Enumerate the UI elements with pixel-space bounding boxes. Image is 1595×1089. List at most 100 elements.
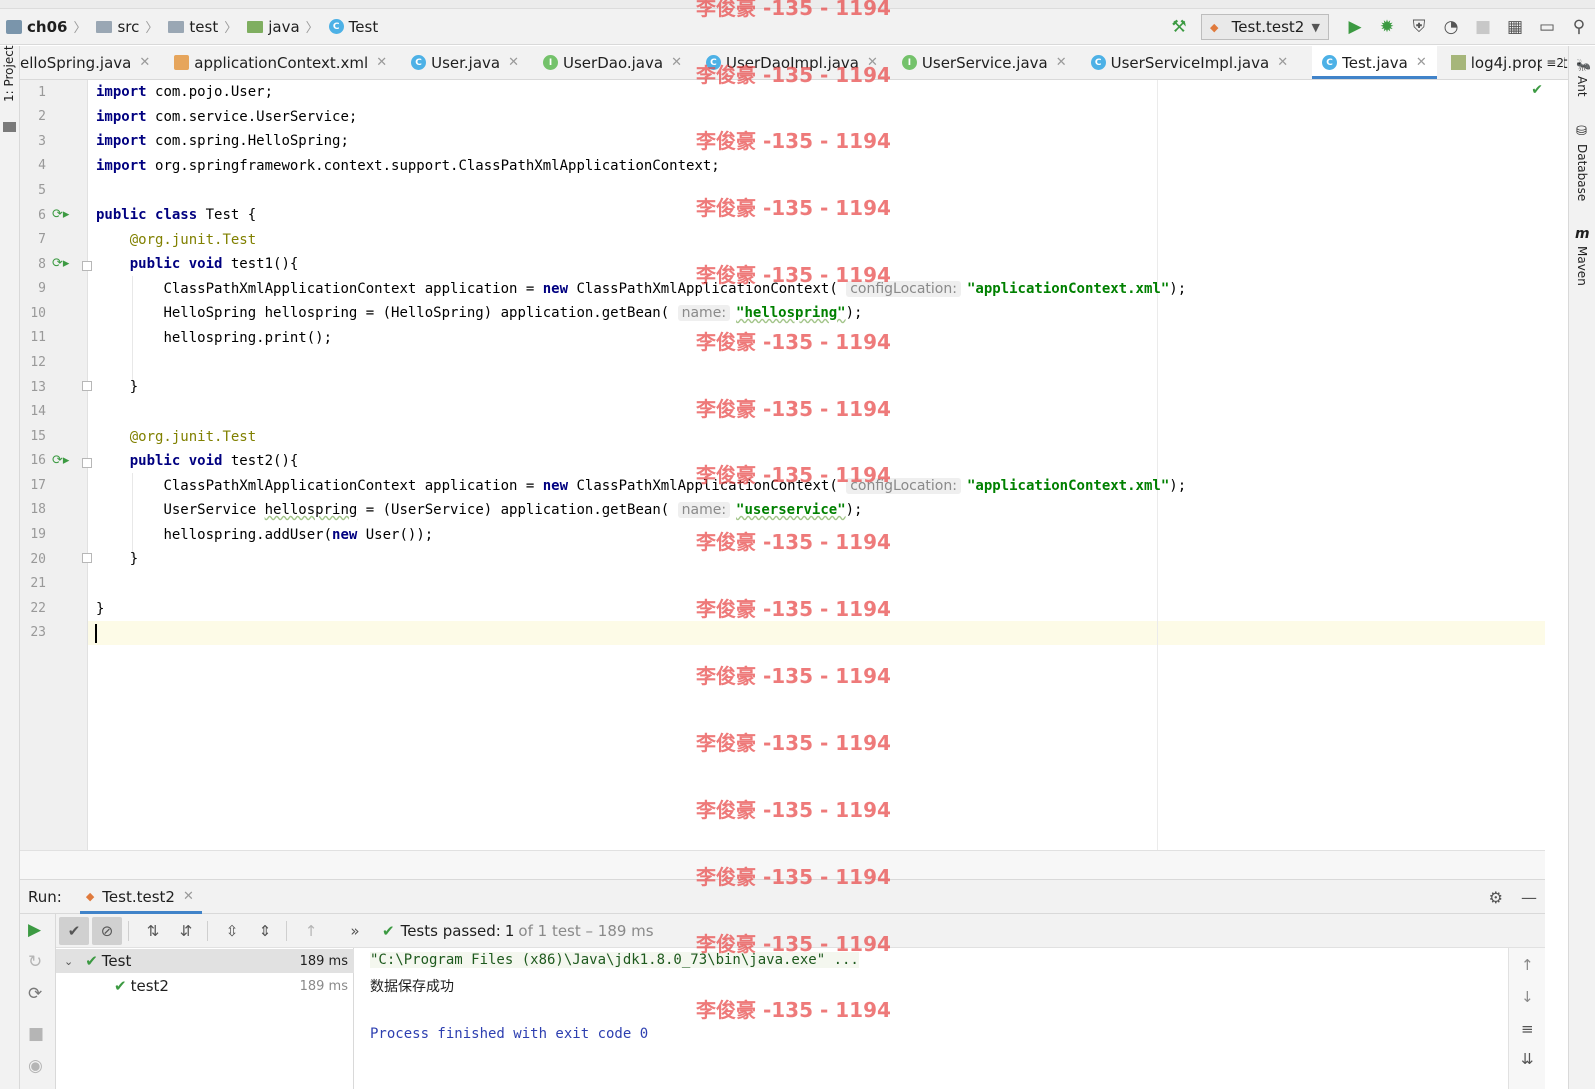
toolbar-separator: [128, 920, 129, 941]
param-hint: configLocation:: [846, 281, 961, 297]
project-structure-icon[interactable]: ▦: [1499, 9, 1531, 45]
param-hint: name:: [677, 305, 731, 321]
soft-wrap-icon[interactable]: ≡: [1521, 1020, 1534, 1038]
sort-alpha-icon[interactable]: ⇅: [138, 917, 168, 945]
close-icon[interactable]: ✕: [1056, 55, 1067, 70]
close-icon[interactable]: ✕: [183, 889, 194, 904]
line-number: 2: [38, 109, 46, 124]
scroll-to-end-icon[interactable]: ⇊: [1521, 1050, 1534, 1068]
check-icon: ✔: [85, 952, 98, 970]
toolbar-separator: [286, 920, 287, 941]
close-icon[interactable]: ✕: [508, 55, 519, 70]
tree-row-test2[interactable]: ✔ test2 189 ms: [56, 974, 354, 998]
stop-icon[interactable]: ■: [1467, 9, 1499, 45]
run-panel-label: Run:: [28, 887, 62, 906]
collapse-all-icon[interactable]: ⇕: [250, 917, 280, 945]
inspection-ok-icon[interactable]: ✔: [1531, 82, 1543, 98]
rerun-icon[interactable]: ▶: [28, 920, 41, 940]
line-number: 18: [30, 502, 46, 517]
database-tool-button[interactable]: Database: [1575, 144, 1589, 201]
terminal-icon[interactable]: ▭: [1531, 9, 1563, 45]
rerun-failed-icon[interactable]: ↻: [28, 952, 42, 972]
debug-icon[interactable]: ✹: [1371, 9, 1403, 45]
fold-marker-icon[interactable]: [82, 458, 92, 468]
code-line-18: UserService hellospring = (UserService) …: [163, 502, 863, 518]
code-line-1: import com.pojo.User;: [96, 84, 274, 100]
close-icon[interactable]: ✕: [1416, 55, 1427, 70]
gear-icon[interactable]: ⚙: [1489, 888, 1503, 907]
tab-test-java[interactable]: C Test.java ✕: [1312, 46, 1437, 79]
run-panel-actions: ⚙ —: [1489, 880, 1537, 914]
minimize-icon[interactable]: —: [1521, 888, 1537, 907]
line-number: 13: [30, 380, 46, 395]
previous-test-icon[interactable]: ↑: [296, 917, 326, 945]
close-icon[interactable]: ✕: [671, 55, 682, 70]
project-tool-button[interactable]: 1: Project: [2, 42, 16, 102]
breadcrumb-test-class[interactable]: C Test: [323, 9, 383, 45]
expand-all-icon[interactable]: ⇳: [217, 917, 247, 945]
arrow-down-icon[interactable]: ↓: [1521, 988, 1534, 1006]
camera-icon[interactable]: ◉: [28, 1056, 43, 1076]
close-icon[interactable]: ✕: [139, 55, 150, 70]
close-icon[interactable]: ✕: [867, 55, 878, 70]
breadcrumb-src[interactable]: src 〉: [90, 9, 162, 45]
search-icon[interactable]: ⚲: [1563, 9, 1595, 45]
tab-hellospring[interactable]: elloSpring.java ✕: [20, 46, 160, 79]
console-output[interactable]: "C:\Program Files (x86)\Java\jdk1.8.0_73…: [355, 948, 1508, 1089]
tree-row-test-class[interactable]: ⌄ ✔ Test 189 ms: [56, 949, 354, 973]
console-output-line: 数据保存成功: [370, 979, 454, 995]
show-passed-icon[interactable]: ✔: [59, 916, 89, 945]
coverage-icon[interactable]: ⛨: [1403, 9, 1435, 45]
fold-marker-icon[interactable]: [82, 381, 92, 391]
fold-marker-icon[interactable]: [82, 261, 92, 271]
tab-userserviceimpl-java[interactable]: C UserServiceImpl.java ✕: [1090, 46, 1298, 79]
line-number: 7: [38, 232, 46, 247]
run-config-select[interactable]: ◆ Test.test2 ▼: [1201, 14, 1329, 40]
breadcrumb-project[interactable]: ch06 〉: [0, 9, 90, 45]
code-line-19: hellospring.addUser(new User());: [163, 527, 434, 543]
code-line-20: }: [129, 551, 139, 567]
line-number: 8: [38, 257, 46, 272]
module-icon: [6, 19, 22, 34]
tab-userservice-java[interactable]: I UserService.java ✕: [901, 46, 1077, 79]
line-number: 23: [30, 625, 46, 640]
close-icon[interactable]: ✕: [376, 55, 387, 70]
show-ignored-icon[interactable]: ⊘: [92, 916, 122, 945]
profile-icon[interactable]: ◔: [1435, 9, 1467, 45]
breadcrumb-java[interactable]: java 〉: [241, 9, 322, 45]
code-editor[interactable]: 1 2 3 4 5 6 7 8 9 10 11 12 13 14 15 16 1…: [20, 80, 1545, 850]
code-line-8: public void test1(){: [129, 256, 299, 272]
build-hammer-icon[interactable]: ⚒: [1163, 9, 1195, 45]
line-number: 6: [38, 208, 46, 223]
toggle-auto-test-icon[interactable]: ⟳: [28, 984, 42, 1004]
project-folder-icon: [3, 122, 16, 132]
code-line-16: public void test2(){: [129, 453, 299, 469]
sort-duration-icon[interactable]: ⇵: [171, 917, 201, 945]
tab-userdao-java[interactable]: I UserDao.java ✕: [543, 46, 692, 79]
tab-applicationcontext-xml[interactable]: applicationContext.xml ✕: [174, 46, 397, 79]
ant-tool-button[interactable]: Ant: [1575, 76, 1589, 97]
run-test-gutter-icon[interactable]: ⟳▸: [52, 207, 69, 222]
run-panel-header: Run: ◆ Test.test2 ✕ ⚙ —: [20, 880, 1545, 914]
test-tree: ⌄ ✔ Test 189 ms ✔ test2 189 ms: [56, 948, 354, 1089]
run-test-gutter-icon[interactable]: ⟳▸: [52, 256, 69, 271]
code-line-17: ClassPathXmlApplicationContext applicati…: [163, 478, 1187, 494]
run-test-gutter-icon[interactable]: ⟳▸: [52, 453, 69, 468]
text-caret: [95, 624, 97, 643]
fold-marker-icon[interactable]: [82, 553, 92, 563]
code-line-13: }: [129, 379, 139, 395]
chevron-right-icon: 〉: [145, 21, 159, 36]
tab-overflow-button[interactable]: ≡2: [1542, 46, 1564, 79]
arrow-up-icon[interactable]: ↑: [1521, 956, 1534, 974]
more-actions-icon[interactable]: »: [340, 917, 370, 945]
tab-userdaoimpl-java[interactable]: C UserDaoImpl.java ✕: [705, 46, 888, 79]
stop-icon[interactable]: ■: [28, 1024, 44, 1044]
run-tab-test2[interactable]: ◆ Test.test2 ✕: [79, 880, 202, 914]
breadcrumb-test[interactable]: test 〉: [162, 9, 241, 45]
chevron-down-icon[interactable]: ⌄: [64, 955, 73, 968]
run-icon[interactable]: ▶: [1339, 9, 1371, 45]
tab-user-java[interactable]: C User.java ✕: [411, 46, 529, 79]
close-icon[interactable]: ✕: [1277, 55, 1288, 70]
code-line-9: ClassPathXmlApplicationContext applicati…: [163, 281, 1187, 297]
maven-tool-button[interactable]: Maven: [1575, 246, 1589, 286]
